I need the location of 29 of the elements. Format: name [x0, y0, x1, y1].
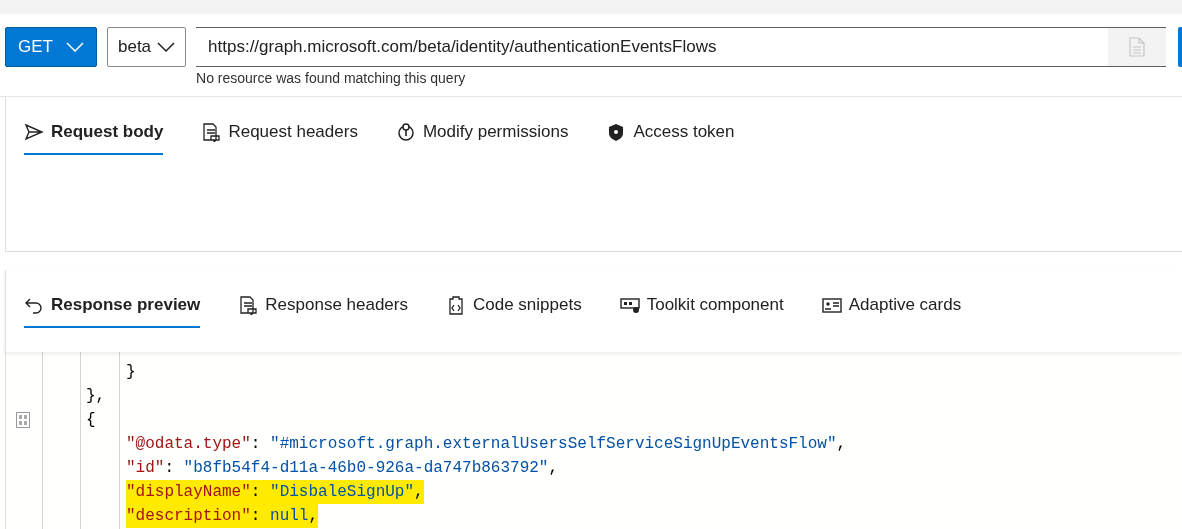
- send-icon: [24, 122, 44, 142]
- tab[interactable]: Request headers: [201, 119, 358, 155]
- component-icon: [619, 295, 640, 315]
- query-hint: No resource was found matching this query: [196, 69, 467, 88]
- version-dropdown[interactable]: beta: [106, 27, 187, 67]
- url-field[interactable]: https://graph.microsoft.com/beta/identity/authenticationEventsFlows: [196, 27, 1109, 67]
- tab[interactable]: Toolkit component: [619, 292, 784, 328]
- document-icon: [201, 122, 222, 142]
- code-line: "@odata.type": "#microsoft.graph.externalUsersSelfServiceSignUpEventsFlow",: [126, 434, 847, 455]
- chevron-down-icon: [157, 42, 176, 52]
- code-line: "id": "b8fb54f4-d11a-46b0-926a-da747b863792",: [126, 458, 559, 479]
- tab[interactable]: Modify permissions: [395, 119, 569, 155]
- tab[interactable]: Adaptive cards: [821, 292, 962, 328]
- clipboard-code-icon: [446, 295, 466, 315]
- code-line: },: [86, 386, 106, 407]
- document-icon: [1129, 37, 1146, 57]
- document-button[interactable]: [1108, 27, 1167, 67]
- tab[interactable]: Access token: [606, 119, 735, 155]
- chevron-down-icon: [65, 42, 84, 52]
- key-icon: [395, 122, 416, 142]
- code-line: {: [86, 410, 96, 431]
- tab[interactable]: Response preview: [24, 292, 201, 328]
- tab[interactable]: Code snippets: [446, 292, 582, 328]
- tab[interactable]: Request body: [24, 119, 164, 155]
- tab[interactable]: Response headers: [238, 292, 408, 328]
- card-icon: [821, 295, 842, 315]
- code-line: }: [126, 362, 136, 383]
- method-dropdown[interactable]: GET: [5, 27, 97, 67]
- document-icon: [238, 295, 259, 315]
